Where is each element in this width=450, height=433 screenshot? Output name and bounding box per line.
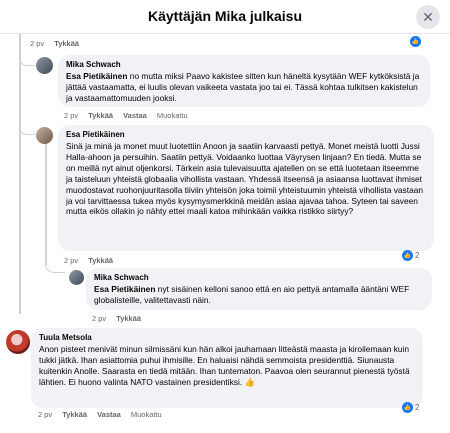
comment-author[interactable]: Mika Schwach: [66, 59, 422, 70]
comment-bubble: Mika Schwach Esa Pietikäinen nyt sisäine…: [86, 268, 432, 310]
comment-author[interactable]: Tuula Metsola: [39, 332, 415, 343]
comment-text: Esa Pietikäinen no mutta miksi Paavo kak…: [66, 71, 422, 104]
comment-time: 2 pv: [92, 314, 107, 323]
comment-time: 2 pv: [64, 256, 79, 265]
avatar[interactable]: [6, 330, 30, 354]
comment-time: 2 pv: [64, 111, 79, 120]
previous-comment-meta: 2 pv Tykkää: [30, 39, 79, 48]
like-button[interactable]: Tykkää: [88, 256, 113, 265]
thumbs-up-icon: 👍: [410, 36, 421, 47]
close-icon[interactable]: ✕: [416, 5, 440, 29]
comment-body: Sinä ja minä ja monet muut luotettiin An…: [66, 141, 424, 217]
comment-bubble: Tuula Metsola Anon pisteet menivät minun…: [31, 328, 423, 408]
comment-meta: 2 pv Tykkää: [64, 256, 113, 265]
like-button[interactable]: Tykkää: [116, 314, 141, 323]
avatar[interactable]: [36, 127, 53, 144]
avatar[interactable]: [36, 57, 53, 74]
reply-button[interactable]: Vastaa: [123, 111, 147, 120]
reaction-count-value: 2: [415, 251, 420, 260]
like-button[interactable]: Tykkää: [54, 39, 79, 48]
reaction-count[interactable]: 👍 2: [402, 402, 419, 413]
reaction-count[interactable]: 👍 2: [402, 250, 419, 261]
reaction-count-value: 2: [415, 403, 420, 412]
comment-author[interactable]: Esa Pietikäinen: [66, 129, 426, 140]
thread-line: [45, 143, 47, 265]
comment-text: Esa Pietikäinen nyt sisäinen kelloni san…: [94, 284, 424, 306]
mention-link[interactable]: Esa Pietikäinen: [94, 284, 155, 294]
comment-time: 2 pv: [30, 39, 45, 48]
comment-bubble: Esa Pietikäinen Sinä ja minä ja monet mu…: [58, 125, 434, 251]
mention-link[interactable]: Esa Pietikäinen: [66, 71, 127, 81]
comment-meta: 2 pv Tykkää Vastaa Muokattu: [64, 111, 188, 120]
thumbs-up-icon: 👍: [402, 250, 413, 261]
thread-elbow: [19, 127, 35, 135]
comment-body: Anon pisteet menivät minun silmissäni ku…: [39, 344, 410, 387]
thread-elbow: [45, 264, 65, 273]
comment-time: 2 pv: [38, 410, 53, 419]
like-button[interactable]: Tykkää: [88, 111, 113, 120]
comment-author[interactable]: Mika Schwach: [94, 272, 424, 283]
thumbs-up-icon: 👍: [402, 402, 413, 413]
previous-comment-reaction: 👍: [410, 36, 421, 47]
thread-line: [19, 34, 21, 314]
comment-bubble: Mika Schwach Esa Pietikäinen no mutta mi…: [58, 55, 430, 107]
thread-elbow: [19, 58, 35, 66]
comment-meta: 2 pv Tykkää: [92, 314, 141, 323]
edited-label: Muokattu: [130, 410, 162, 419]
dialog-title: Käyttäjän Mika julkaisu: [147, 8, 303, 24]
like-button[interactable]: Tykkää: [62, 410, 87, 419]
comment-meta: 2 pv Tykkää Vastaa Muokattu: [38, 410, 162, 419]
edited-label: Muokattu: [156, 111, 188, 120]
reply-button[interactable]: Vastaa: [97, 410, 121, 419]
dialog-header: Käyttäjän Mika julkaisu ✕: [0, 0, 450, 34]
avatar[interactable]: [69, 270, 84, 285]
